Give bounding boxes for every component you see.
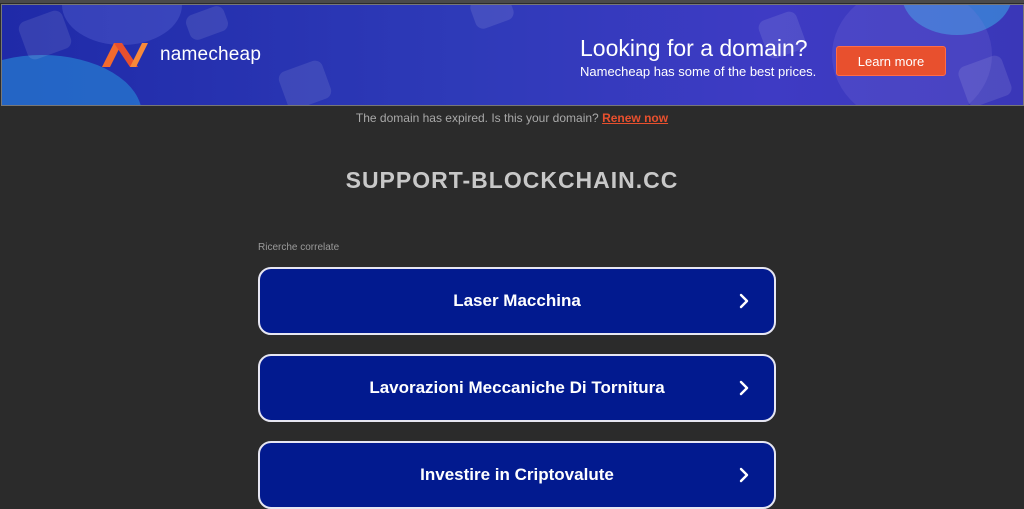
related-link-label: Laser Macchina (453, 291, 581, 310)
related-link-laser-macchina[interactable]: Laser Macchina (258, 267, 776, 335)
chevron-right-icon (739, 380, 749, 396)
related-searches-label: Ricerche correlate (258, 242, 340, 253)
learn-more-button[interactable]: Learn more (836, 46, 946, 76)
expired-notice: The domain has expired. Is this your dom… (0, 111, 1024, 125)
related-link-label: Investire in Criptovalute (420, 465, 614, 484)
related-link-label: Lavorazioni Meccaniche Di Tornitura (369, 378, 665, 397)
banner-decoration (468, 5, 516, 31)
chevron-right-icon (739, 467, 749, 483)
namecheap-ad-banner[interactable]: namecheap Looking for a domain? Namechea… (1, 4, 1024, 106)
namecheap-logo[interactable]: namecheap (100, 41, 261, 69)
promo-subtitle: Namecheap has some of the best prices. (580, 64, 817, 79)
promo-text: Looking for a domain? Namecheap has some… (580, 35, 816, 79)
banner-decoration (183, 5, 231, 43)
banner-decoration (276, 58, 334, 105)
banner-decoration (62, 5, 182, 45)
related-link-investire-criptovalute[interactable]: Investire in Criptovalute (258, 441, 776, 509)
top-border (0, 0, 1024, 3)
domain-title: SUPPORT-BLOCKCHAIN.CC (345, 167, 679, 193)
logo-text: namecheap (160, 44, 262, 65)
related-link-lavorazioni-meccaniche[interactable]: Lavorazioni Meccaniche Di Tornitura (258, 354, 776, 422)
promo-title: Looking for a domain? (580, 35, 808, 61)
expired-text: The domain has expired. Is this your dom… (355, 111, 599, 125)
namecheap-n-icon (102, 43, 148, 67)
renew-now-link[interactable]: Renew now (602, 111, 668, 125)
chevron-right-icon (739, 293, 749, 309)
